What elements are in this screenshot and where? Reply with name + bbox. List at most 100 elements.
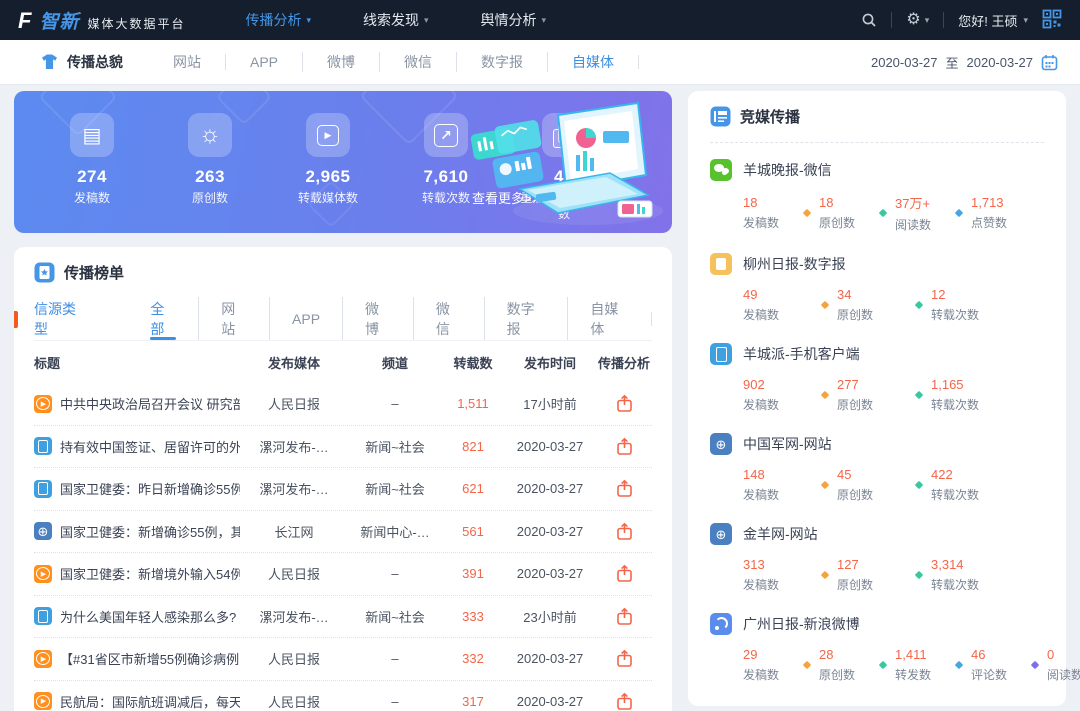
diamond-separator-icon xyxy=(915,391,923,399)
article-title-cell[interactable]: 国家卫健委：新增确诊55例，其… xyxy=(34,522,240,541)
article-title-cell[interactable]: 【#31省区市新增55例确诊病例 xyxy=(34,649,240,668)
tab-overview[interactable]: 传播总貌 xyxy=(40,52,123,72)
competitor-stat: 1,411 转发数 xyxy=(880,647,949,683)
channel-tabs: 网站 APP 微博 微信 数字报 自媒体 xyxy=(149,52,639,72)
competitor-item: 羊城晚报-微信 18 发稿数 18 原创数 37万+ 阅读数 1,713 点赞数 xyxy=(710,143,1044,237)
competitor-stat-label: 原创数 xyxy=(837,576,909,593)
source-type-tab[interactable]: 全部 xyxy=(128,297,198,340)
competitor-stat-value: 37万+ xyxy=(895,193,949,212)
user-menu[interactable]: 您好! 王硕 ▾ xyxy=(958,11,1028,30)
competitor-stat-label: 发稿数 xyxy=(743,486,815,503)
competitor-stat: 37万+ 阅读数 xyxy=(880,193,949,233)
source-type-tab[interactable]: 微信 xyxy=(413,297,484,340)
competitor-stat: 28 原创数 xyxy=(804,647,873,683)
competitor-name: 金羊网-网站 xyxy=(743,524,818,544)
brand-logo[interactable]: F 智新 媒体大数据平台 xyxy=(18,7,185,34)
competitor-stat-value: 18 xyxy=(743,195,797,210)
competitor-stat-value: 18 xyxy=(819,195,873,210)
competitor-name-row[interactable]: 柳州日报-数字报 xyxy=(710,253,1044,275)
spread-analysis-button[interactable] xyxy=(616,564,633,583)
competitor-stat: 3,314 转载次数 xyxy=(916,557,1003,593)
spread-analysis-button[interactable] xyxy=(616,479,633,498)
banner-stat: 274 发稿数 xyxy=(44,113,140,222)
channel-tab[interactable]: 微博 xyxy=(302,52,379,72)
channel-tab[interactable]: 微信 xyxy=(379,52,456,72)
qr-code-icon[interactable] xyxy=(1042,9,1062,32)
settings-button[interactable]: ⚙ ▾ xyxy=(906,12,929,28)
user-greeting: 您好! 王硕 xyxy=(958,11,1017,30)
date-range-picker[interactable]: 2020-03-27 至 2020-03-27 xyxy=(871,53,1058,72)
competitor-stat-value: 1,713 xyxy=(971,195,1025,210)
competitor-item: 羊城派-手机客户端 902 发稿数 277 原创数 1,165 转载次数 xyxy=(710,327,1044,417)
article-title-cell[interactable]: 国家卫健委：昨日新增确诊55例… xyxy=(34,479,240,498)
upload-share-icon xyxy=(616,522,633,541)
spread-analysis-button[interactable] xyxy=(616,607,633,626)
competitor-stat-label: 转载次数 xyxy=(931,576,1003,593)
article-title-cell[interactable]: 中共中央政治局召开会议 研究部署 xyxy=(34,394,240,413)
repost-count-cell: 621 xyxy=(442,481,504,496)
table-row: 中共中央政治局召开会议 研究部署 人民日报 – 1,511 17小时前 xyxy=(34,383,652,426)
channel-cell: 新闻中心-… xyxy=(348,522,442,541)
competitor-name-row[interactable]: 羊城晚报-微信 xyxy=(710,159,1044,181)
spread-analysis-button[interactable] xyxy=(616,437,633,456)
spread-ranking-panel: 传播榜单 信源类型 全部 网站 APP 微博 微信 数字报 自媒体 标题 发布媒… xyxy=(14,247,672,711)
competitor-media-icon xyxy=(710,159,732,181)
banner-stat-value: 274 xyxy=(77,167,107,187)
competitor-stat-label: 转载次数 xyxy=(931,306,1003,323)
source-type-tab[interactable]: APP xyxy=(269,297,342,340)
competitor-item: 广州日报-新浪微博 29 发稿数 28 原创数 1,411 转发数 46 评论数 xyxy=(710,597,1044,687)
competitor-stat-value: 0 xyxy=(1047,647,1080,662)
competitor-stat-label: 转载次数 xyxy=(931,486,1003,503)
search-icon[interactable] xyxy=(861,12,877,28)
article-title-cell[interactable]: 持有效中国签证、居留许可的外… xyxy=(34,437,240,456)
spread-analysis-button[interactable] xyxy=(616,649,633,668)
overview-label: 传播总貌 xyxy=(67,52,123,72)
spread-analysis-button[interactable] xyxy=(616,692,633,711)
competitor-stat-label: 发稿数 xyxy=(743,396,815,413)
competitor-stat-value: 34 xyxy=(837,287,909,302)
diamond-separator-icon xyxy=(879,209,887,217)
publish-media-cell: 人民日报 xyxy=(240,649,348,668)
source-type-label: 信源类型 xyxy=(34,299,88,339)
competitor-stat-value: 127 xyxy=(837,557,909,572)
competitor-name-row[interactable]: 广州日报-新浪微博 xyxy=(710,613,1044,635)
diamond-separator-icon xyxy=(821,571,829,579)
competitor-stat: 46 评论数 xyxy=(956,647,1025,683)
navbar-menu-item[interactable]: 传播分析 ▾ xyxy=(245,10,311,30)
source-type-tab[interactable]: 数字报 xyxy=(484,297,568,340)
competitor-name-row[interactable]: 中国军网-网站 xyxy=(710,433,1044,455)
competitor-name-row[interactable]: 金羊网-网站 xyxy=(710,523,1044,545)
navbar-menu-item[interactable]: 舆情分析 ▾ xyxy=(481,10,547,30)
diamond-separator-icon xyxy=(1031,661,1039,669)
spread-analysis-button[interactable] xyxy=(616,522,633,541)
navbar-menu-item[interactable]: 线索发现 ▾ xyxy=(363,10,429,30)
article-title: 国家卫健委：新增确诊55例，其… xyxy=(60,522,240,541)
competitor-name-row[interactable]: 羊城派-手机客户端 xyxy=(710,343,1044,365)
publish-time-cell: 2020-03-27 xyxy=(504,651,596,666)
competitor-stat: 1,713 点赞数 xyxy=(956,193,1025,233)
channel-tab[interactable]: 网站 xyxy=(149,52,225,72)
date-join: 至 xyxy=(945,53,958,72)
navbar-menu-label: 线索发现 xyxy=(363,10,419,30)
competitor-stat: 127 原创数 xyxy=(822,557,909,593)
channel-tab[interactable]: APP xyxy=(225,54,302,70)
competitor-stat-label: 原创数 xyxy=(819,666,873,683)
competitor-media-icon xyxy=(710,613,732,635)
upload-share-icon xyxy=(616,564,633,583)
channel-tab[interactable]: 自媒体 xyxy=(547,52,638,72)
article-title-cell[interactable]: 为什么美国年轻人感染那么多? … xyxy=(34,607,240,626)
source-type-tab[interactable]: 微博 xyxy=(342,297,413,340)
article-title-cell[interactable]: 民航局：国际航班调减后，每天… xyxy=(34,692,240,711)
source-type-tab[interactable]: 自媒体 xyxy=(567,297,651,340)
article-title-cell[interactable]: 国家卫健委：新增境外输入54例 … xyxy=(34,564,240,583)
article-title: 国家卫健委：新增境外输入54例 … xyxy=(60,564,240,583)
competitor-media-icon xyxy=(710,433,732,455)
competitor-stat-label: 原创数 xyxy=(837,396,909,413)
spread-analysis-button[interactable] xyxy=(616,394,633,413)
table-header: 标题 发布媒体 频道 转载数 发布时间 传播分析 xyxy=(34,341,652,383)
competitor-stat: 12 转载次数 xyxy=(916,287,1003,323)
channel-tab[interactable]: 数字报 xyxy=(456,52,547,72)
source-type-tab[interactable]: 网站 xyxy=(198,297,269,340)
competitor-item: 金羊网-网站 313 发稿数 127 原创数 3,314 转载次数 xyxy=(710,507,1044,597)
logo-brand-text: 智新 xyxy=(39,7,79,34)
